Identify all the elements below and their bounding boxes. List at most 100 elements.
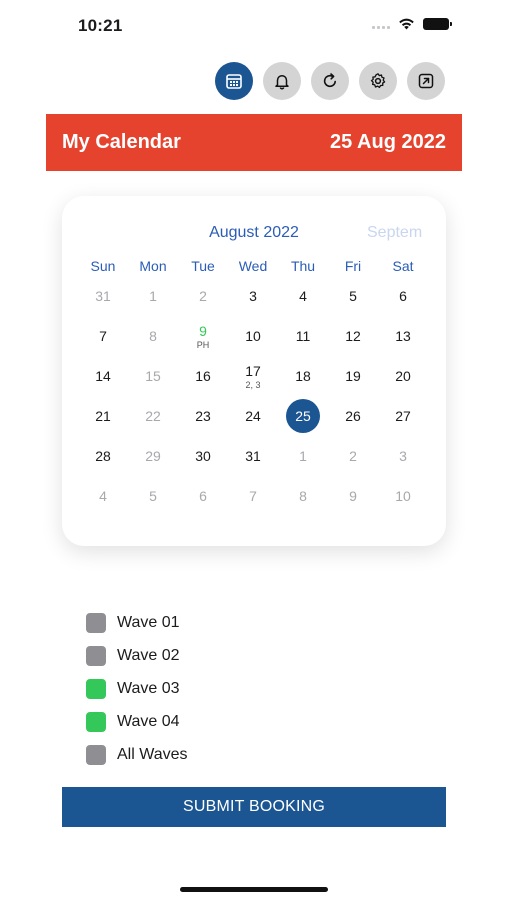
export-button[interactable]	[407, 62, 445, 100]
calendar-day[interactable]: 7	[228, 476, 278, 516]
day-number: 18	[295, 368, 311, 384]
wave-legend: Wave 01 Wave 02 Wave 03 Wave 04 All Waves	[86, 606, 188, 771]
calendar-day[interactable]: 17 2, 3	[228, 356, 278, 396]
calendar-day[interactable]: 8	[278, 476, 328, 516]
legend-swatch	[86, 645, 106, 666]
day-number: 24	[245, 408, 261, 424]
calendar-day[interactable]: 3	[228, 276, 278, 316]
legend-label: Wave 03	[117, 679, 180, 697]
calendar-day[interactable]: 6	[178, 476, 228, 516]
calendar-day[interactable]: 29	[128, 436, 178, 476]
calendar-button[interactable]	[215, 62, 253, 100]
day-number: 28	[95, 448, 111, 464]
day-number: 20	[395, 368, 411, 384]
day-number: 8	[299, 488, 307, 504]
toolbar	[215, 62, 445, 100]
status-time: 10:21	[78, 16, 123, 35]
day-number: 2	[199, 288, 207, 304]
settings-button[interactable]	[359, 62, 397, 100]
day-number: 17	[245, 362, 261, 379]
calendar-day[interactable]: 28	[78, 436, 128, 476]
calendar-day[interactable]: 9 PH	[178, 316, 228, 356]
day-number: 2	[349, 448, 357, 464]
calendar-day[interactable]: 23	[178, 396, 228, 436]
calendar-day[interactable]: 26	[328, 396, 378, 436]
legend-swatch	[86, 711, 106, 732]
calendar-day[interactable]: 11	[278, 316, 328, 356]
calendar-day[interactable]: 13	[378, 316, 428, 356]
calendar-day[interactable]: 1	[278, 436, 328, 476]
calendar-day-selected[interactable]: 25	[278, 396, 328, 436]
calendar-day[interactable]: 9	[328, 476, 378, 516]
day-number: 29	[145, 448, 161, 464]
calendar-day[interactable]: 22	[128, 396, 178, 436]
day-number: 6	[199, 488, 207, 504]
legend-item[interactable]: All Waves	[86, 738, 188, 771]
calendar-day[interactable]: 16	[178, 356, 228, 396]
calendar-day[interactable]: 12	[328, 316, 378, 356]
calendar-day[interactable]: 19	[328, 356, 378, 396]
refresh-button[interactable]	[311, 62, 349, 100]
calendar-day[interactable]: 27	[378, 396, 428, 436]
day-number: 27	[395, 408, 411, 424]
next-month-title[interactable]: Septem	[367, 224, 431, 242]
calendar-day[interactable]: 15	[128, 356, 178, 396]
legend-item[interactable]: Wave 02	[86, 639, 188, 672]
calendar-day[interactable]: 31	[228, 436, 278, 476]
calendar-day[interactable]: 4	[278, 276, 328, 316]
legend-label: Wave 01	[117, 613, 180, 631]
weekday-label: Thu	[290, 258, 316, 274]
legend-swatch	[86, 744, 106, 765]
legend-label: Wave 04	[117, 712, 180, 730]
calendar-day[interactable]: 2	[178, 276, 228, 316]
day-number: 14	[95, 368, 111, 384]
day-number: 7	[249, 488, 257, 504]
day-number: 15	[145, 368, 161, 384]
calendar-day[interactable]: 5	[128, 476, 178, 516]
legend-item[interactable]: Wave 03	[86, 672, 188, 705]
calendar-day[interactable]: 5	[328, 276, 378, 316]
calendar-day[interactable]: 7	[78, 316, 128, 356]
battery-icon	[423, 18, 452, 30]
status-bar: 10:21	[0, 0, 507, 50]
calendar-day[interactable]: 6	[378, 276, 428, 316]
page-title: My Calendar	[62, 131, 181, 153]
day-number: 1	[149, 288, 157, 304]
day-number: 6	[399, 288, 407, 304]
legend-label: Wave 02	[117, 646, 180, 664]
day-number: 25	[286, 399, 320, 433]
calendar-day[interactable]: 14	[78, 356, 128, 396]
export-icon	[418, 73, 434, 89]
calendar-day[interactable]: 8	[128, 316, 178, 356]
legend-item[interactable]: Wave 01	[86, 606, 188, 639]
calendar-day[interactable]: 24	[228, 396, 278, 436]
calendar-day[interactable]: 21	[78, 396, 128, 436]
wifi-icon	[399, 18, 414, 30]
weekday-header: Sun Mon Tue Wed Thu Fri Sat	[78, 258, 428, 274]
calendar-day[interactable]: 30	[178, 436, 228, 476]
calendar-day[interactable]: 31	[78, 276, 128, 316]
day-number: 12	[345, 328, 361, 344]
calendar-day[interactable]: 1	[128, 276, 178, 316]
legend-label: All Waves	[117, 745, 188, 763]
day-number: 3	[249, 288, 257, 304]
calendar-day[interactable]: 10	[228, 316, 278, 356]
day-number: 21	[95, 408, 111, 424]
calendar-day[interactable]: 20	[378, 356, 428, 396]
day-number: 30	[195, 448, 211, 464]
calendar-day[interactable]: 2	[328, 436, 378, 476]
notifications-button[interactable]	[263, 62, 301, 100]
weekday-label: Fri	[344, 258, 362, 274]
calendar-card: August 2022 Septem Sun Mon Tue Wed Thu Fri Sat…	[62, 196, 446, 546]
calendar-day[interactable]: 4	[78, 476, 128, 516]
selected-date: 25 Aug 2022	[330, 131, 446, 153]
submit-booking-button[interactable]: SUBMIT BOOKING	[62, 787, 446, 827]
legend-swatch	[86, 612, 106, 633]
calendar-day[interactable]: 3	[378, 436, 428, 476]
legend-item[interactable]: Wave 04	[86, 705, 188, 738]
weekday-label: Mon	[139, 258, 167, 274]
calendar-day[interactable]: 10	[378, 476, 428, 516]
day-number: 5	[149, 488, 157, 504]
calendar-day[interactable]: 18	[278, 356, 328, 396]
day-number: 26	[345, 408, 361, 424]
